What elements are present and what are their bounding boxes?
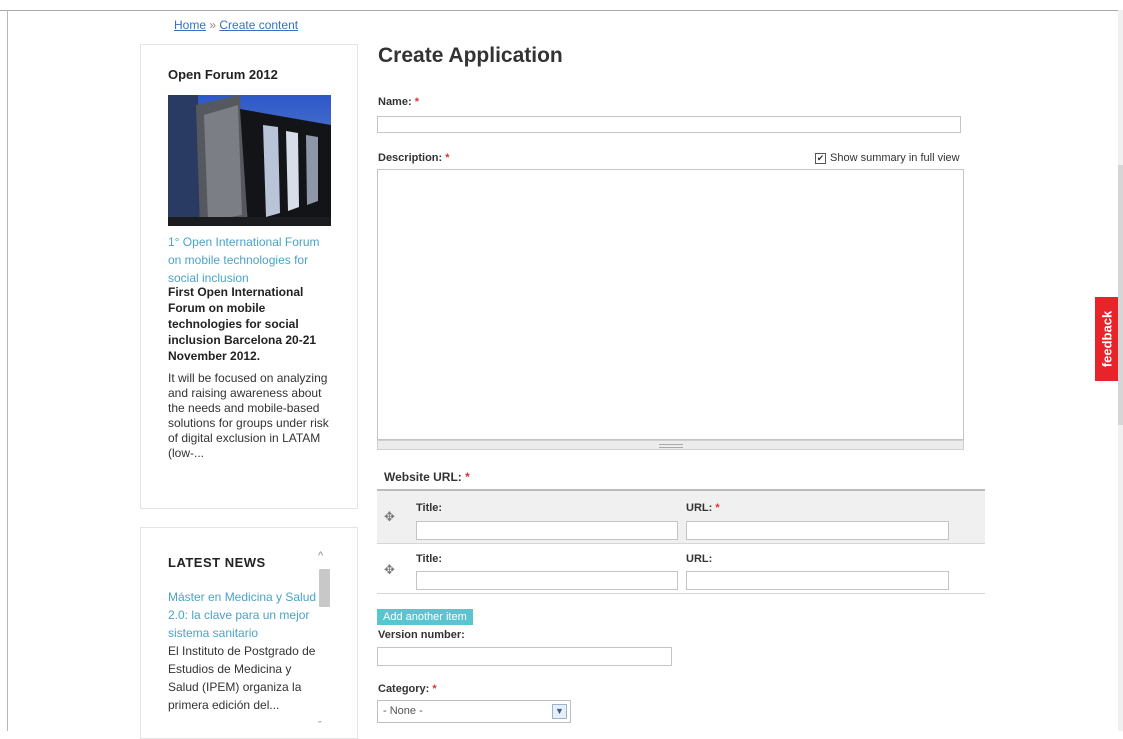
- url-title-label: Title:: [416, 502, 443, 514]
- page-left-edge: [7, 10, 8, 731]
- url-required-mark: *: [715, 502, 720, 514]
- textarea-resize-grip[interactable]: [377, 440, 964, 450]
- url-url-label: URL: *: [686, 502, 720, 514]
- browser-top-edge: [0, 0, 1123, 11]
- name-input[interactable]: [377, 116, 961, 133]
- url-url-label: URL:: [686, 553, 713, 565]
- open-forum-title: Open Forum 2012: [168, 67, 278, 82]
- category-label: Category: *: [378, 683, 437, 695]
- website-url-label: Website URL: *: [384, 470, 470, 484]
- name-required-mark: *: [414, 96, 419, 108]
- category-required-mark: *: [432, 683, 437, 695]
- add-another-item-button[interactable]: Add another item: [377, 609, 473, 625]
- url-title-input[interactable]: [416, 571, 678, 590]
- news-list: Máster en Medicina y Salud 2.0: la clave…: [168, 588, 320, 714]
- breadcrumb: Home » Create content: [174, 18, 298, 32]
- latest-news-block: LATEST NEWS Máster en Medicina y Salud 2…: [140, 527, 358, 739]
- open-forum-block: Open Forum 2012 1° Open International Fo…: [140, 44, 358, 509]
- news-item-teaser: El Instituto de Postgrado de Estudios de…: [168, 644, 316, 712]
- forum-summary: It will be focused on analyzing and rais…: [168, 371, 329, 460]
- name-label: Name: *: [378, 96, 419, 108]
- description-textarea[interactable]: [377, 169, 964, 440]
- description-required-mark: *: [445, 152, 450, 164]
- description-label-text: Description:: [378, 152, 443, 164]
- show-summary-label[interactable]: Show summary in full view: [830, 152, 960, 164]
- name-label-text: Name:: [378, 96, 412, 108]
- drag-handle-icon[interactable]: ✥: [384, 509, 395, 525]
- category-select[interactable]: - None - ▼: [377, 700, 571, 723]
- url-url-label-text: URL:: [686, 502, 713, 514]
- show-summary-checkbox[interactable]: ✔: [815, 152, 826, 164]
- chevron-down-icon[interactable]: ▼: [552, 704, 567, 719]
- url-title-label: Title:: [416, 553, 443, 565]
- website-url-required-mark: *: [465, 470, 470, 484]
- category-select-value: - None -: [383, 705, 423, 717]
- show-summary-toggle[interactable]: ✔ Show summary in full view: [815, 152, 960, 164]
- version-number-input[interactable]: [377, 647, 672, 666]
- breadcrumb-create-content-link[interactable]: Create content: [219, 18, 298, 32]
- news-scroll-up-icon[interactable]: ^: [318, 550, 323, 562]
- website-url-label-text: Website URL:: [384, 470, 462, 484]
- page-scrollbar-thumb[interactable]: [1118, 165, 1123, 425]
- description-label: Description: *: [378, 152, 450, 164]
- breadcrumb-separator: »: [206, 18, 220, 32]
- forum-headline: First Open International Forum on mobile…: [168, 285, 317, 363]
- drag-handle-icon[interactable]: ✥: [384, 562, 395, 578]
- website-url-table: ✥ Title: URL: * ✥ Title: URL:: [377, 489, 985, 594]
- grip-lines: [659, 444, 683, 448]
- feedback-tab[interactable]: feedback: [1095, 297, 1118, 381]
- url-table-row: ✥ Title: URL: *: [377, 491, 985, 544]
- forum-building-photo[interactable]: [168, 95, 331, 226]
- news-item-link[interactable]: Máster en Medicina y Salud 2.0: la clave…: [168, 588, 320, 642]
- url-table-row: ✥ Title: URL:: [377, 544, 985, 594]
- page-title: Create Application: [378, 44, 563, 67]
- news-scrollbar-thumb[interactable]: [319, 569, 330, 607]
- latest-news-title: LATEST NEWS: [168, 555, 266, 570]
- category-label-text: Category:: [378, 683, 430, 695]
- url-url-input[interactable]: [686, 521, 949, 540]
- feedback-label[interactable]: feedback: [1099, 311, 1114, 367]
- forum-article-link[interactable]: 1° Open International Forum on mobile te…: [168, 233, 333, 287]
- breadcrumb-home-link[interactable]: Home: [174, 18, 206, 32]
- version-number-label: Version number:: [378, 629, 465, 641]
- url-url-input[interactable]: [686, 571, 949, 590]
- news-scroll-down-icon[interactable]: ˇ: [318, 720, 322, 732]
- url-title-input[interactable]: [416, 521, 678, 540]
